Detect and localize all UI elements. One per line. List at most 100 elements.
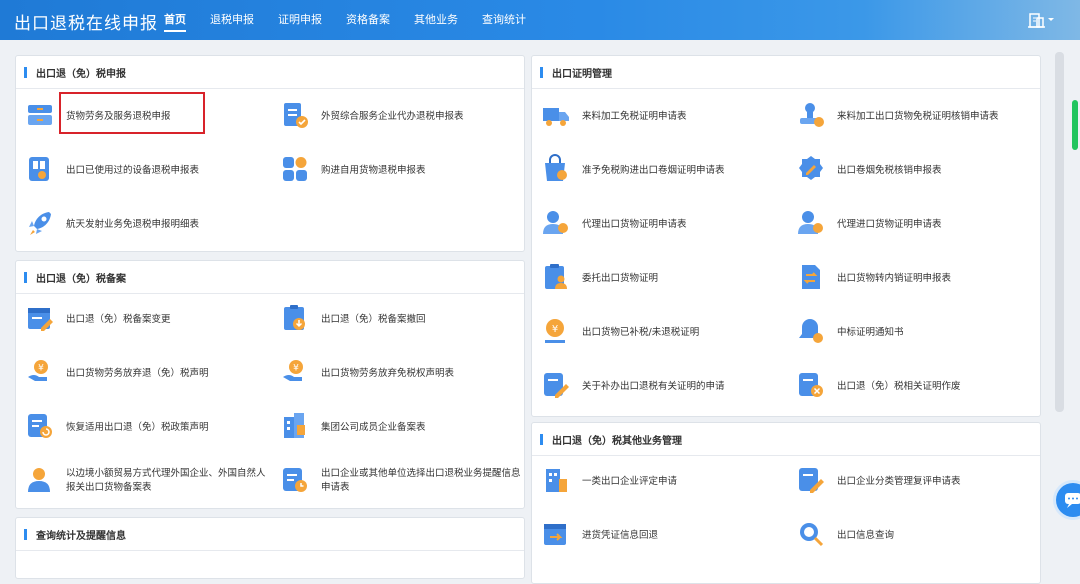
highlight-box (59, 92, 205, 134)
item-label: 出口信息查询 (837, 530, 895, 541)
user-menu[interactable] (1028, 10, 1056, 30)
item-group-member[interactable]: 集团公司成员企业备案表 (280, 409, 520, 443)
svg-text:¥: ¥ (293, 364, 299, 374)
item-used-equipment-refund[interactable]: 出口已使用过的设备退税申报表 (25, 152, 245, 186)
item-label: 出口货物已补税/未退税证明 (582, 327, 700, 338)
nav-qualification[interactable]: 资格备案 (346, 0, 390, 40)
clipboard-user-icon (545, 264, 567, 289)
panel-record: 出口退（免）税备案 出口退（免）税备案变更 出口退（免）税备案撤回 ¥ 出口货物… (15, 260, 525, 509)
nav-certificate[interactable]: 证明申报 (278, 0, 322, 40)
document-cancel-icon (799, 373, 823, 397)
item-self-use-refund[interactable]: 购进自用货物退税申报表 (280, 152, 520, 186)
item-aerospace-refund[interactable]: 航天发射业务免退税申报明细表 (25, 206, 265, 240)
item-processing-writeoff[interactable]: 来料加工出口货物免税证明核销申请表 (796, 98, 1036, 132)
item-border-trade-record[interactable]: 以边境小额贸易方式代理外国企业、外国自然人报关出口货物备案表 (25, 463, 266, 497)
item-cigarette-writeoff[interactable]: 出口卷烟免税核销申报表 (796, 152, 1036, 186)
item-label: 集团公司成员企业备案表 (321, 422, 426, 433)
item-label: 出口货物劳务放弃退（免）税声明 (66, 368, 209, 379)
nav-tax-refund[interactable]: 退税申报 (210, 0, 254, 40)
item-agency-export-cert[interactable]: 代理出口货物证明申请表 (541, 206, 781, 240)
scrollbar[interactable] (1055, 52, 1064, 412)
item-purchase-voucher-rollback[interactable]: 进货凭证信息回退 (541, 517, 781, 551)
item-label: 进货凭证信息回退 (582, 530, 659, 541)
user-add-icon (543, 211, 568, 234)
nav-home[interactable]: 首页 (164, 0, 186, 40)
item-waive-exemption[interactable]: ¥ 出口货物劳务放弃免税权声明表 (280, 355, 520, 389)
nav-query[interactable]: 查询统计 (482, 0, 526, 40)
item-restore-policy[interactable]: 恢复适用出口退（免）税政策声明 (25, 409, 265, 443)
scroll-indicator[interactable] (1072, 100, 1078, 150)
item-waive-refund[interactable]: ¥ 出口货物劳务放弃退（免）税声明 (25, 355, 265, 389)
stamp-icon (800, 103, 824, 127)
item-reissue-cert[interactable]: 关于补办出口退税有关证明的申请 (541, 368, 781, 402)
buildings-icon (284, 413, 305, 438)
main-nav: 首页 退税申报 证明申报 资格备案 其他业务 查询统计 (152, 0, 538, 40)
truck-icon (543, 108, 569, 126)
panel-query: 查询统计及提醒信息 (15, 517, 525, 579)
item-label: 一类出口企业评定申请 (582, 476, 678, 487)
rocket-icon (29, 212, 51, 235)
item-paid-tax-cert[interactable]: ¥ 出口货物已补税/未退税证明 (541, 314, 781, 348)
top-bar: 出口退税在线申报 首页 退税申报 证明申报 资格备案 其他业务 查询统计 (0, 0, 1080, 40)
item-trade-service-refund[interactable]: 外贸综合服务企业代办退税申报表 (280, 98, 520, 132)
calendar-arrow-icon (544, 524, 566, 545)
item-bid-notice[interactable]: 中标证明通知书 (796, 314, 1036, 348)
item-processing-exempt-cert[interactable]: 来料加工免税证明申请表 (541, 98, 781, 132)
item-class-review[interactable]: 出口企业分类管理复评申请表 (796, 463, 1036, 497)
item-record-change[interactable]: 出口退（免）税备案变更 (25, 301, 245, 335)
hand-coin-icon: ¥ (283, 360, 303, 381)
item-label: 委托出口货物证明 (582, 273, 659, 284)
cabinet-icon (28, 105, 52, 125)
item-label: 出口退（免）税备案撤回 (321, 314, 426, 325)
chat-icon (1065, 493, 1080, 508)
item-label: 购进自用货物退税申报表 (321, 165, 426, 176)
panel-title: 出口证明管理 (552, 69, 612, 80)
document-pen-icon (544, 373, 569, 398)
item-cigarette-purchase[interactable]: 准予免税购进出口卷烟证明申请表 (541, 152, 781, 186)
nav-other[interactable]: 其他业务 (414, 0, 458, 40)
item-label: 来料加工免税证明申请表 (582, 111, 687, 122)
badge-edit-icon (799, 156, 823, 180)
panel-certificate: 出口证明管理 来料加工免税证明申请表 来料加工出口货物免税证明核销申请表 准予免… (531, 55, 1041, 417)
item-label: 出口退（免）税相关证明作废 (837, 381, 961, 392)
document-clock-icon (283, 468, 307, 492)
item-export-info-query[interactable]: 出口信息查询 (796, 517, 1036, 551)
item-domestic-sale-cert[interactable]: 出口货物转内销证明申报表 (796, 260, 1036, 294)
item-label: 出口货物劳务放弃免税权声明表 (321, 368, 455, 379)
panel-declare: 出口退（免）税申报 货物劳务及服务退税申报 外贸综合服务企业代办退税申报表 出口… (15, 55, 525, 252)
panel-title: 出口退（免）税备案 (36, 274, 126, 285)
shopping-bag-icon (545, 154, 567, 181)
item-record-withdraw[interactable]: 出口退（免）税备案撤回 (280, 301, 520, 335)
item-label: 出口卷烟免税核销申报表 (837, 165, 942, 176)
calendar-edit-icon (28, 308, 53, 331)
item-label: 外贸综合服务企业代办退税申报表 (321, 111, 464, 122)
hand-coin-icon: ¥ (28, 360, 48, 381)
item-cert-void[interactable]: 出口退（免）税相关证明作废 (796, 368, 1036, 402)
item-label: 代理出口货物证明申请表 (582, 219, 687, 230)
svg-text:¥: ¥ (38, 364, 44, 374)
device-icon (29, 157, 49, 181)
document-refresh-icon (28, 414, 52, 438)
building-icon (546, 469, 567, 492)
document-exchange-icon (802, 265, 820, 289)
building-icon (1028, 13, 1054, 28)
user-icon (28, 468, 50, 492)
item-agency-import-cert[interactable]: 代理进口货物证明申请表 (796, 206, 1036, 240)
panel-title: 出口退（免）税其他业务管理 (552, 436, 682, 447)
panel-title: 查询统计及提醒信息 (36, 531, 126, 542)
item-class-one-rating[interactable]: 一类出口企业评定申请 (541, 463, 781, 497)
item-label: 准予免税购进出口卷烟证明申请表 (582, 165, 725, 176)
item-label: 出口退（免）税备案变更 (66, 314, 171, 325)
item-label: 出口已使用过的设备退税申报表 (66, 165, 200, 176)
document-check-icon (284, 103, 308, 128)
item-label: 代理进口货物证明申请表 (837, 219, 942, 230)
item-label: 航天发射业务免退税申报明细表 (66, 219, 200, 230)
chat-button[interactable] (1056, 483, 1080, 517)
item-reminder-application[interactable]: 出口企业或其他单位选择出口退税业务提醒信息申请表 (280, 463, 521, 497)
grid-icon (283, 157, 307, 181)
user-add-icon (798, 211, 823, 234)
item-label: 以边境小额贸易方式代理外国企业、外国自然人报关出口货物备案表 (66, 468, 266, 493)
app-title: 出口退税在线申报 (14, 14, 158, 34)
item-entrusted-export-cert[interactable]: 委托出口货物证明 (541, 260, 781, 294)
svg-text:¥: ¥ (552, 324, 558, 335)
